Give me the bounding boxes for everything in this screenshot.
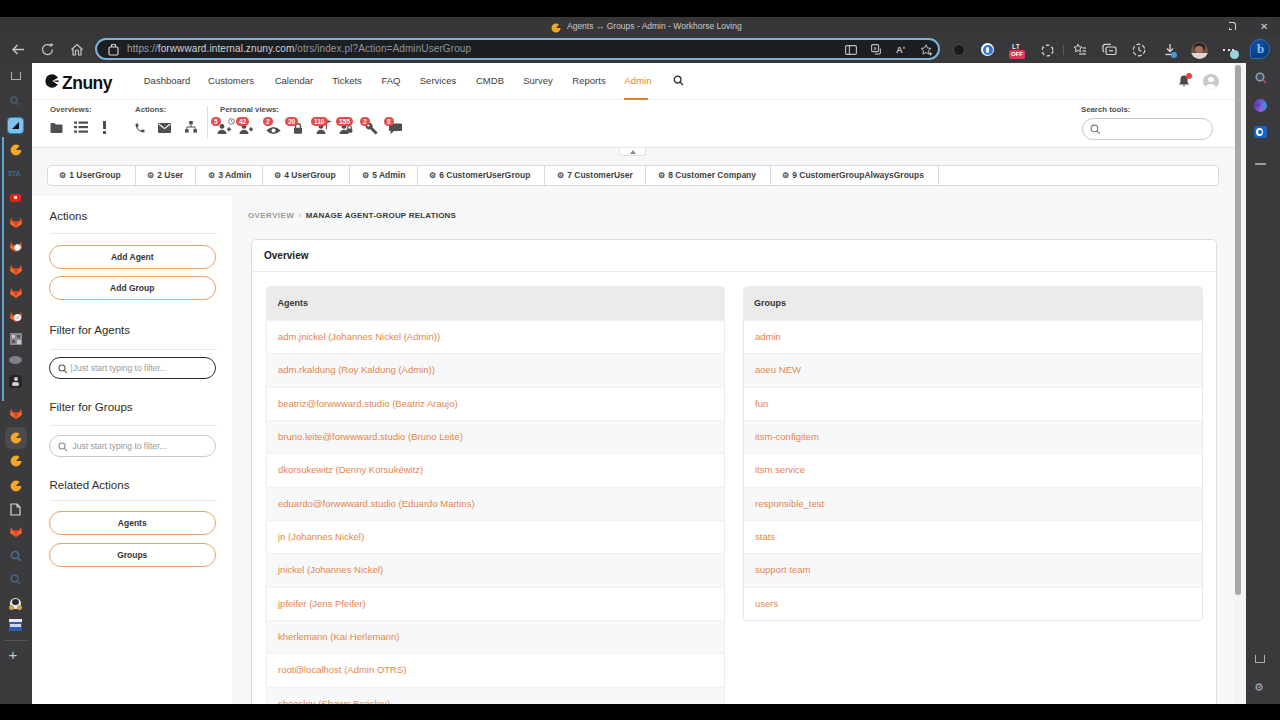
svg-text:a: a — [873, 45, 877, 51]
